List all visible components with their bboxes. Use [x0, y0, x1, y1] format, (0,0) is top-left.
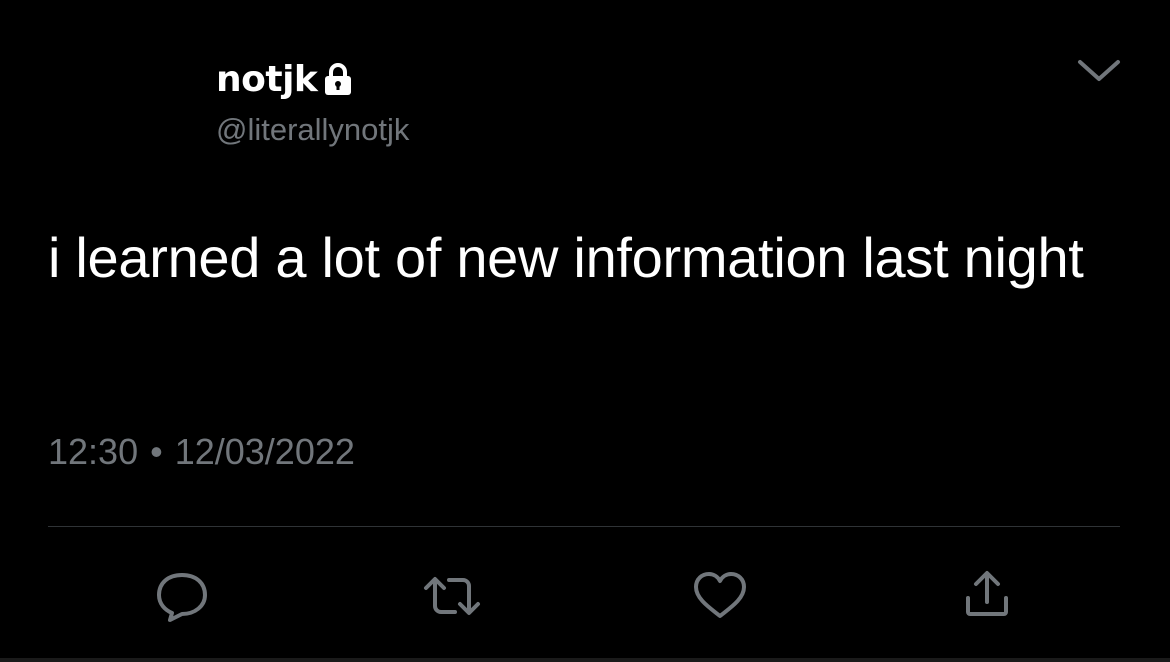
- display-name[interactable]: notjk: [216, 52, 318, 108]
- retweet-icon[interactable]: [422, 566, 482, 626]
- lock-icon: [321, 61, 355, 97]
- name-row: notjk: [216, 52, 409, 108]
- tweet-header: notjk @literallynotjk: [216, 52, 409, 150]
- user-handle[interactable]: @literallynotjk: [216, 110, 409, 150]
- tweet-date: 12/03/2022: [174, 431, 355, 472]
- share-icon[interactable]: [958, 566, 1018, 626]
- heart-icon[interactable]: [690, 566, 750, 626]
- tweet-time: 12:30: [48, 431, 139, 472]
- tweet-text: i learned a lot of new information last …: [48, 226, 1084, 289]
- tweet-timestamp[interactable]: 12:30 • 12/03/2022: [48, 428, 355, 476]
- bottom-border: [0, 658, 1170, 662]
- reply-icon[interactable]: [152, 566, 212, 626]
- divider: [48, 526, 1120, 527]
- chevron-down-icon[interactable]: [1074, 50, 1124, 90]
- meta-separator: •: [150, 431, 163, 472]
